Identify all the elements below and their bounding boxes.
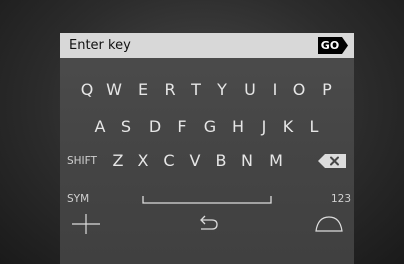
number-key[interactable]: 123: [331, 192, 351, 206]
key-y[interactable]: Y: [212, 80, 232, 100]
key-u[interactable]: U: [240, 80, 260, 100]
go-button[interactable]: GO: [318, 37, 348, 54]
key-z[interactable]: Z: [108, 151, 128, 171]
key-input-placeholder: Enter key: [69, 38, 131, 53]
sym-key[interactable]: SYM: [67, 192, 89, 206]
arc-icon[interactable]: [315, 216, 343, 232]
key-p[interactable]: P: [317, 80, 337, 100]
key-i[interactable]: I: [265, 80, 285, 100]
key-c[interactable]: C: [159, 151, 179, 171]
key-input-field[interactable]: Enter key GO: [60, 33, 354, 58]
shift-key[interactable]: SHIFT: [67, 154, 97, 168]
key-j[interactable]: J: [254, 117, 274, 137]
key-e[interactable]: E: [133, 80, 153, 100]
key-o[interactable]: O: [289, 80, 309, 100]
backspace-icon[interactable]: [318, 154, 346, 168]
key-l[interactable]: L: [304, 117, 324, 137]
key-k[interactable]: K: [278, 117, 298, 137]
key-h[interactable]: H: [228, 117, 248, 137]
undo-arrow-icon[interactable]: [197, 215, 219, 231]
key-d[interactable]: D: [145, 117, 165, 137]
key-v[interactable]: V: [185, 151, 205, 171]
plus-icon[interactable]: [72, 214, 100, 234]
key-n[interactable]: N: [237, 151, 257, 171]
keyboard-screen: Enter key GO Q W E R T Y U I O P A S D F…: [60, 33, 354, 264]
key-t[interactable]: T: [186, 80, 206, 100]
key-b[interactable]: B: [211, 151, 231, 171]
key-r[interactable]: R: [160, 80, 180, 100]
device-frame: Enter key GO Q W E R T Y U I O P A S D F…: [0, 0, 404, 264]
key-w[interactable]: W: [104, 80, 124, 100]
key-q[interactable]: Q: [77, 80, 97, 100]
key-s[interactable]: S: [116, 117, 136, 137]
space-bar-icon[interactable]: [142, 195, 272, 205]
key-a[interactable]: A: [90, 117, 110, 137]
key-m[interactable]: M: [266, 151, 286, 171]
go-button-label: GO: [320, 39, 340, 52]
key-g[interactable]: G: [200, 117, 220, 137]
key-f[interactable]: F: [172, 117, 192, 137]
key-x[interactable]: X: [133, 151, 153, 171]
